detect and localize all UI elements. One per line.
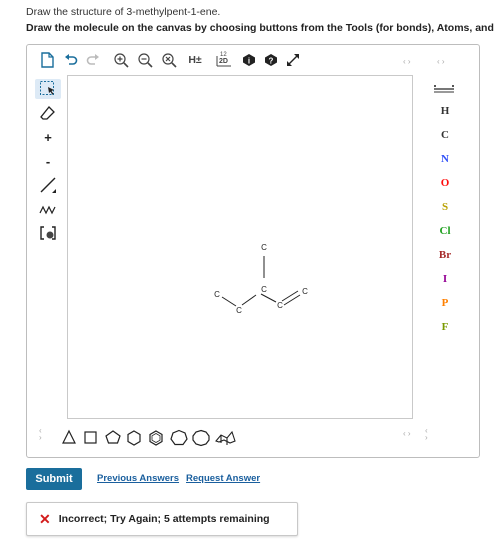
ring-toolbar: ‹ › ‹ › ‹ › <box>27 419 479 459</box>
cycloheptane-icon[interactable] <box>170 429 188 446</box>
atoms-scroll-arrows[interactable]: ‹ › <box>437 57 445 66</box>
left-toolbar: + - <box>27 75 67 419</box>
fullscreen-icon[interactable] <box>285 52 301 68</box>
atom-button-n[interactable]: N <box>411 153 479 165</box>
hydrogen-toggle-button[interactable]: H± <box>185 52 205 68</box>
new-document-icon[interactable] <box>39 52 55 68</box>
molecule-bonds <box>221 256 301 307</box>
zoom-in-icon[interactable] <box>113 52 129 68</box>
chain-tool-icon[interactable] <box>35 199 61 219</box>
atom-button-i[interactable]: I <box>411 273 479 285</box>
atom-button-f[interactable]: F <box>411 321 479 333</box>
atoms-vertical-arrows[interactable]: ‹ › <box>425 427 428 442</box>
cyclopentane-icon[interactable] <box>105 430 121 444</box>
periodic-table-icon[interactable] <box>433 81 455 99</box>
atoms-panel: ‹ › H C N O S Cl Br I P F <box>411 57 479 419</box>
drawing-canvas[interactable]: C C C C C C <box>67 75 413 419</box>
feedback-box: ✕ Incorrect; Try Again; 5 attempts remai… <box>26 502 298 536</box>
question-text: Draw the structure of 3-methylpent-1-ene… <box>26 6 221 18</box>
cyclohexane-icon[interactable] <box>127 430 141 446</box>
atom-label-c2: C <box>236 306 242 315</box>
top-toolbar: H± 12 2D i ? ‹ › <box>27 45 479 75</box>
molecule-editor: H± 12 2D i ? ‹ › + - C C C C C C ‹ › H C… <box>26 44 480 458</box>
bond-c1-c2 <box>221 296 237 307</box>
atom-label-c4: C <box>277 301 283 310</box>
atom-label-c5: C <box>302 287 308 296</box>
molecule-drawing: C C C C C C <box>214 243 308 315</box>
submit-button[interactable]: Submit <box>26 468 82 490</box>
previous-answers-link[interactable]: Previous Answers <box>97 473 179 484</box>
atom-button-o[interactable]: O <box>411 177 479 189</box>
eraser-icon[interactable] <box>35 103 61 123</box>
bond-c4-c5 <box>281 290 299 302</box>
zoom-reset-icon[interactable] <box>161 52 177 68</box>
incorrect-icon: ✕ <box>39 510 51 527</box>
atom-label-methyl: C <box>261 243 267 252</box>
bond-c3-c4 <box>260 293 277 303</box>
atom-button-s[interactable]: S <box>411 201 479 213</box>
atom-label-c1: C <box>214 290 220 299</box>
atom-button-c[interactable]: C <box>411 129 479 141</box>
select-tool-icon[interactable] <box>35 79 61 99</box>
svg-text:i: i <box>248 57 250 66</box>
rings-scroll-arrows[interactable]: ‹ › <box>39 427 42 442</box>
clean-2d-button[interactable]: 12 2D <box>213 52 235 68</box>
chair-cyclohexane-icon[interactable] <box>215 430 236 445</box>
bond-c4-c5-second <box>283 294 301 306</box>
cyclobutane-icon[interactable] <box>84 431 97 444</box>
clean-2d-label: 2D <box>219 58 228 65</box>
single-bond-tool-icon[interactable] <box>35 175 61 195</box>
atom-button-cl[interactable]: Cl <box>411 225 479 237</box>
redo-icon[interactable] <box>85 52 101 68</box>
atom-button-br[interactable]: Br <box>411 249 479 261</box>
request-answer-link[interactable]: Request Answer <box>186 473 260 484</box>
charge-minus-button[interactable]: - <box>35 151 61 171</box>
svg-text:?: ? <box>269 57 274 66</box>
atom-button-h[interactable]: H <box>411 105 479 117</box>
cyclooctane-icon[interactable] <box>192 429 210 447</box>
template-tool-icon[interactable] <box>35 223 61 243</box>
atom-button-p[interactable]: P <box>411 297 479 309</box>
top-scroll-arrows[interactable]: ‹ › <box>403 57 411 66</box>
feedback-message: Incorrect; Try Again; 5 attempts remaini… <box>58 513 270 525</box>
instruction-text: Draw the molecule on the canvas by choos… <box>26 22 494 34</box>
cyclopropane-icon[interactable] <box>62 429 76 444</box>
atom-label-c3: C <box>261 285 267 294</box>
info-icon[interactable]: i <box>241 52 257 68</box>
charge-plus-button[interactable]: + <box>35 127 61 147</box>
help-icon[interactable]: ? <box>263 52 279 68</box>
bottom-scroll-arrows[interactable]: ‹ › <box>403 429 411 438</box>
benzene-icon[interactable] <box>149 430 163 446</box>
undo-icon[interactable] <box>63 52 79 68</box>
bond-c2-c3 <box>241 294 257 306</box>
zoom-out-icon[interactable] <box>137 52 153 68</box>
